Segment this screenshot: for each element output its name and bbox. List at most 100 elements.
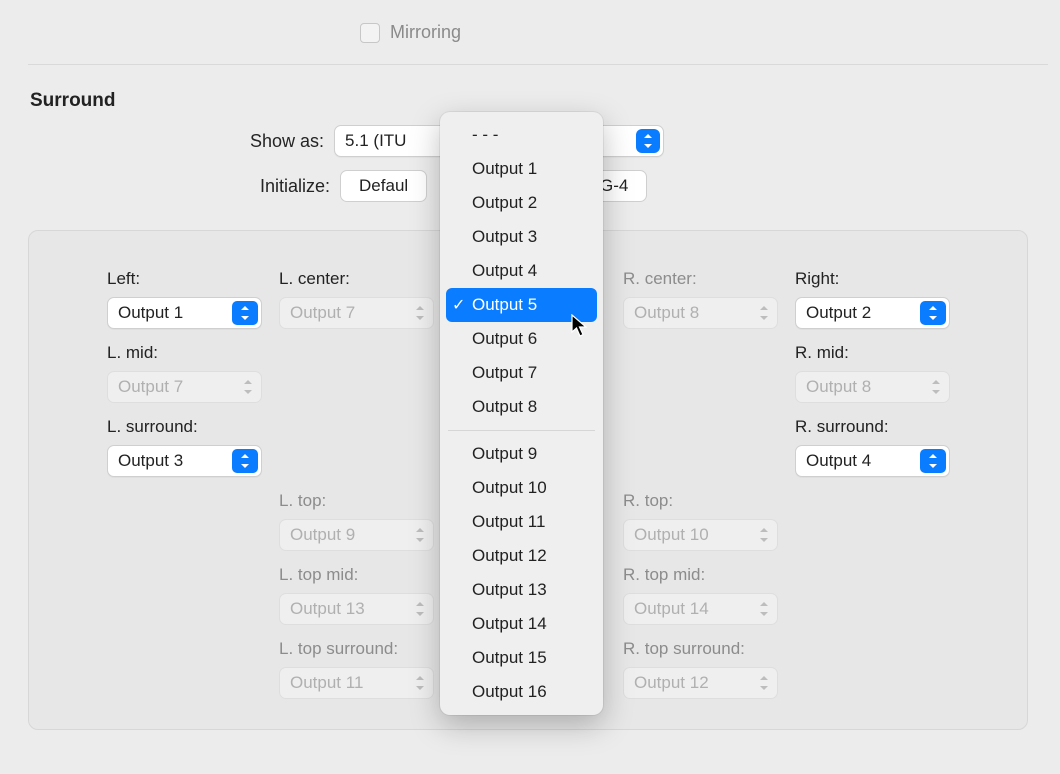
label-r-mid: R. mid: <box>795 343 950 363</box>
select-r-topmid[interactable]: Output 14 <box>623 593 778 625</box>
updown-icon <box>241 372 255 402</box>
check-icon: ✓ <box>452 295 465 315</box>
cursor-icon <box>570 314 590 343</box>
select-l-top[interactable]: Output 9 <box>279 519 434 551</box>
updown-icon <box>757 668 771 698</box>
show-as-label: Show as: <box>250 131 324 152</box>
center-output-menu: - - - Output 1 Output 2 Output 3 Output … <box>440 112 603 715</box>
cell-r-top: R. top: Output 10 <box>623 491 778 551</box>
mirroring-checkbox[interactable] <box>360 23 380 43</box>
updown-icon <box>757 594 771 624</box>
updown-icon <box>232 449 258 473</box>
menu-separator <box>448 430 595 431</box>
cell-r-mid: R. mid: Output 8 <box>795 343 950 403</box>
cell-l-center: L. center: Output 7 <box>279 269 434 329</box>
select-r-surround[interactable]: Output 4 <box>795 445 950 477</box>
label-right: Right: <box>795 269 950 289</box>
select-left-value: Output 1 <box>118 303 183 323</box>
menu-item-output-15[interactable]: Output 15 <box>446 641 597 675</box>
initialize-label: Initialize: <box>260 176 330 197</box>
menu-item-output-10[interactable]: Output 10 <box>446 471 597 505</box>
select-l-center[interactable]: Output 7 <box>279 297 434 329</box>
menu-item-output-16[interactable]: Output 16 <box>446 675 597 709</box>
updown-icon <box>413 668 427 698</box>
select-r-mid-value: Output 8 <box>806 377 871 397</box>
select-l-center-value: Output 7 <box>290 303 355 323</box>
cell-r-topmid: R. top mid: Output 14 <box>623 565 778 625</box>
menu-item-output-2[interactable]: Output 2 <box>446 186 597 220</box>
menu-item-output-14[interactable]: Output 14 <box>446 607 597 641</box>
select-right[interactable]: Output 2 <box>795 297 950 329</box>
cell-left: Left: Output 1 <box>107 269 262 329</box>
menu-item-output-4[interactable]: Output 4 <box>446 254 597 288</box>
cell-r-topsurr: R. top surround: Output 12 <box>623 639 778 699</box>
updown-icon <box>757 298 771 328</box>
label-l-surround: L. surround: <box>107 417 262 437</box>
label-l-center: L. center: <box>279 269 434 289</box>
cell-r-surround: R. surround: Output 4 <box>795 417 950 477</box>
cell-l-topmid: L. top mid: Output 13 <box>279 565 434 625</box>
updown-icon <box>413 520 427 550</box>
label-r-topmid: R. top mid: <box>623 565 778 585</box>
menu-item-output-8[interactable]: Output 8 <box>446 390 597 424</box>
label-r-top: R. top: <box>623 491 778 511</box>
cell-right: Right: Output 2 <box>795 269 950 329</box>
select-r-surround-value: Output 4 <box>806 451 871 471</box>
select-r-top[interactable]: Output 10 <box>623 519 778 551</box>
label-l-mid: L. mid: <box>107 343 262 363</box>
surround-section-title: Surround <box>30 90 116 112</box>
updown-icon <box>413 298 427 328</box>
select-r-topsurr-value: Output 12 <box>634 673 709 693</box>
menu-item-output-9[interactable]: Output 9 <box>446 437 597 471</box>
select-l-topmid-value: Output 13 <box>290 599 365 619</box>
cell-r-center: R. center: Output 8 <box>623 269 778 329</box>
select-l-topmid[interactable]: Output 13 <box>279 593 434 625</box>
updown-icon <box>757 520 771 550</box>
initialize-default-button[interactable]: Defaul <box>340 170 427 202</box>
menu-item-output-7[interactable]: Output 7 <box>446 356 597 390</box>
menu-item-output-1[interactable]: Output 1 <box>446 152 597 186</box>
select-l-topsurr[interactable]: Output 11 <box>279 667 434 699</box>
select-r-top-value: Output 10 <box>634 525 709 545</box>
select-l-top-value: Output 9 <box>290 525 355 545</box>
label-r-topsurr: R. top surround: <box>623 639 778 659</box>
label-r-center: R. center: <box>623 269 778 289</box>
show-as-value: 5.1 (ITU <box>345 131 406 151</box>
select-r-mid[interactable]: Output 8 <box>795 371 950 403</box>
label-l-top: L. top: <box>279 491 434 511</box>
label-left: Left: <box>107 269 262 289</box>
label-l-topsurr: L. top surround: <box>279 639 434 659</box>
menu-item-output-12[interactable]: Output 12 <box>446 539 597 573</box>
menu-item-placeholder[interactable]: - - - <box>446 118 597 152</box>
mirroring-label: Mirroring <box>390 22 461 43</box>
updown-icon <box>920 301 946 325</box>
updown-icon <box>636 129 660 153</box>
select-l-surround[interactable]: Output 3 <box>107 445 262 477</box>
select-right-value: Output 2 <box>806 303 871 323</box>
cell-l-top: L. top: Output 9 <box>279 491 434 551</box>
select-l-surround-value: Output 3 <box>118 451 183 471</box>
updown-icon <box>929 372 943 402</box>
menu-item-output-13[interactable]: Output 13 <box>446 573 597 607</box>
updown-icon <box>920 449 946 473</box>
menu-item-output-3[interactable]: Output 3 <box>446 220 597 254</box>
select-r-topmid-value: Output 14 <box>634 599 709 619</box>
updown-icon <box>232 301 258 325</box>
cell-l-mid: L. mid: Output 7 <box>107 343 262 403</box>
label-l-topmid: L. top mid: <box>279 565 434 585</box>
menu-item-output-11[interactable]: Output 11 <box>446 505 597 539</box>
initialize-row: Initialize: Defaul <box>260 170 427 202</box>
select-l-mid[interactable]: Output 7 <box>107 371 262 403</box>
cell-l-surround: L. surround: Output 3 <box>107 417 262 477</box>
select-r-topsurr[interactable]: Output 12 <box>623 667 778 699</box>
mirroring-row: Mirroring <box>360 22 461 43</box>
label-r-surround: R. surround: <box>795 417 950 437</box>
select-r-center[interactable]: Output 8 <box>623 297 778 329</box>
cell-l-topsurr: L. top surround: Output 11 <box>279 639 434 699</box>
select-left[interactable]: Output 1 <box>107 297 262 329</box>
updown-icon <box>413 594 427 624</box>
select-l-mid-value: Output 7 <box>118 377 183 397</box>
section-divider <box>28 64 1048 65</box>
select-l-topsurr-value: Output 11 <box>290 673 363 693</box>
select-r-center-value: Output 8 <box>634 303 699 323</box>
